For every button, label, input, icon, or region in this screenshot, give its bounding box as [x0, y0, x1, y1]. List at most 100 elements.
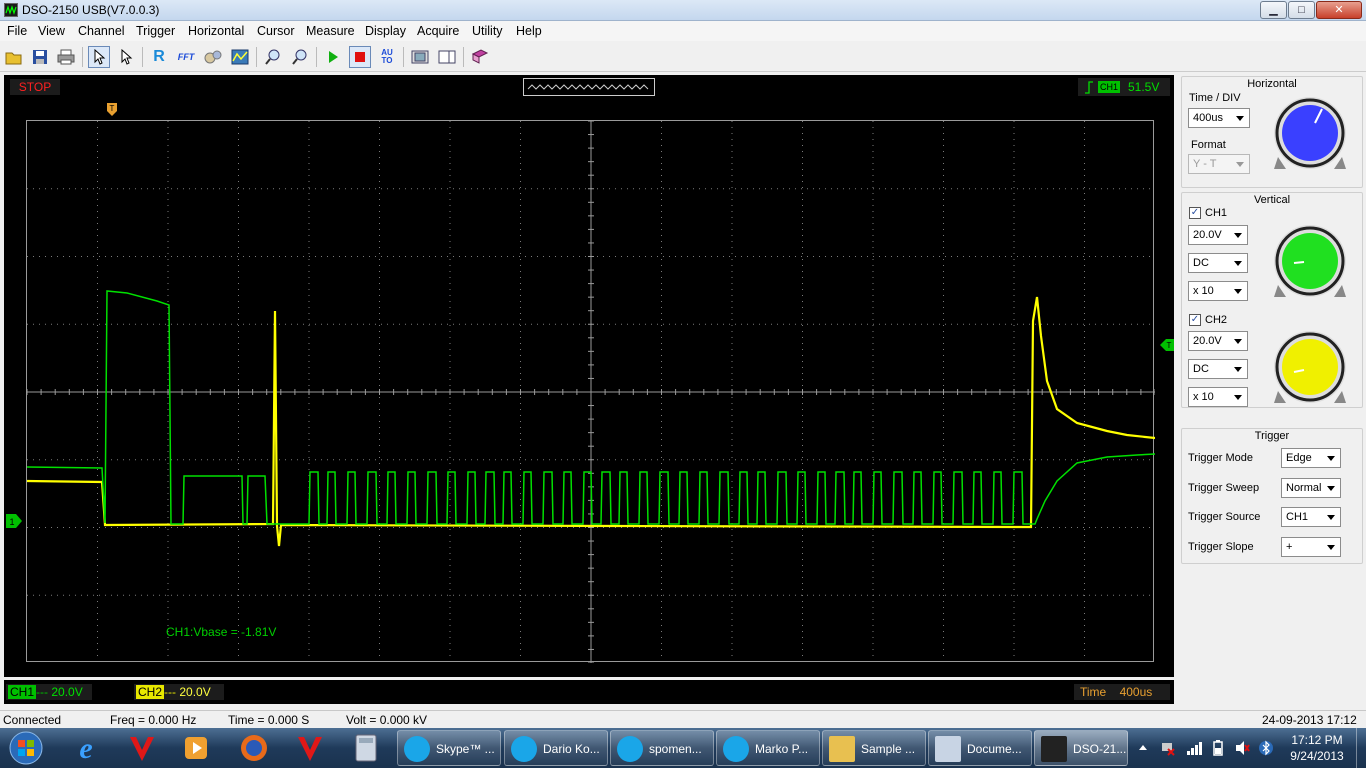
time-value: 400us	[1119, 685, 1153, 699]
zoom-in-icon[interactable]	[262, 46, 284, 68]
taskbar-marko[interactable]: Marko P...	[716, 730, 820, 766]
ch1-probe-select[interactable]: x 10	[1188, 281, 1248, 301]
menu-bar: File View Channel Trigger Horizontal Cur…	[0, 21, 1366, 41]
ch2-coupling-select[interactable]: DC	[1188, 359, 1248, 379]
panel-icon[interactable]	[436, 46, 458, 68]
pointer-icon[interactable]	[115, 46, 137, 68]
ch2-probe-select[interactable]: x 10	[1188, 387, 1248, 407]
svg-text:T: T	[1167, 341, 1172, 350]
vertical-title: Vertical	[1253, 194, 1291, 206]
select-pointer-icon[interactable]	[88, 46, 110, 68]
folder-icon	[829, 736, 855, 762]
menu-help[interactable]: Help	[516, 24, 542, 38]
title-bar: DSO-2150 USB(V7.0.0.3) ▁ □ ✕	[0, 0, 1366, 21]
volt-readout: Volt = 0.000 kV	[346, 713, 428, 727]
taskbar-sample[interactable]: Sample ...	[822, 730, 926, 766]
trigger-slope-select[interactable]: +	[1281, 537, 1341, 557]
document-icon	[935, 736, 961, 762]
ch1-checkbox[interactable]: ✓	[1189, 207, 1201, 219]
firefox-icon[interactable]	[230, 730, 278, 766]
battery-icon[interactable]	[1210, 740, 1226, 756]
trigger-position-window[interactable]	[523, 78, 655, 96]
menu-measure[interactable]: Measure	[306, 24, 355, 38]
format-select[interactable]: Y - T	[1188, 154, 1250, 174]
v-app-icon-2[interactable]	[286, 730, 334, 766]
scope-header: STOP CH1 51.5V	[4, 75, 1174, 99]
oscilloscope-icon	[1041, 736, 1067, 762]
media-player-icon[interactable]	[172, 730, 220, 766]
system-clock[interactable]: 17:12 PM 9/24/2013	[1282, 732, 1352, 764]
network-icon[interactable]	[1160, 740, 1176, 756]
show-desktop-button[interactable]	[1356, 728, 1366, 768]
close-button[interactable]: ✕	[1316, 1, 1362, 19]
ch2-scale: 20.0V	[179, 685, 211, 699]
control-panel: Horizontal Time / DIV 400us Format Y - T…	[1178, 74, 1366, 708]
ch1-ground-marker[interactable]: 1	[6, 514, 22, 528]
run-icon[interactable]	[322, 46, 344, 68]
open-icon[interactable]	[3, 46, 25, 68]
trigger-level-marker[interactable]: T	[1160, 339, 1174, 351]
trigger-level: 51.5V	[1128, 80, 1160, 94]
save-icon[interactable]	[29, 46, 51, 68]
ch1-scale: 20.0V	[51, 685, 83, 699]
app-logo-icon	[4, 3, 18, 17]
reference-icon[interactable]: R	[148, 46, 170, 68]
stop-icon[interactable]	[349, 46, 371, 68]
menu-view[interactable]: View	[38, 24, 65, 38]
menu-utility[interactable]: Utility	[472, 24, 503, 38]
menu-trigger[interactable]: Trigger	[136, 24, 175, 38]
trigger-sweep-select[interactable]: Normal	[1281, 478, 1341, 498]
menu-acquire[interactable]: Acquire	[417, 24, 459, 38]
taskbar-dario[interactable]: Dario Ko...	[504, 730, 608, 766]
v-app-icon[interactable]	[118, 730, 166, 766]
trigger-mode-select[interactable]: Edge	[1281, 448, 1341, 468]
chat-icon	[511, 736, 537, 762]
ie-icon[interactable]: e	[62, 730, 110, 766]
ch1-coupling-select[interactable]: DC	[1188, 253, 1248, 273]
scope-screen[interactable]: T 1 T CH1:Vbase = -1.81V	[4, 99, 1174, 677]
menu-cursor[interactable]: Cursor	[257, 24, 295, 38]
ch1-label: CH1	[8, 685, 37, 699]
ch2-label: CH2	[136, 685, 165, 699]
trigger-source-select[interactable]: CH1	[1281, 507, 1341, 527]
taskbar-spomen[interactable]: spomen...	[610, 730, 714, 766]
ch1-volts-select[interactable]: 20.0V	[1188, 225, 1248, 245]
maximize-button[interactable]: □	[1288, 1, 1315, 19]
calculator-icon[interactable]	[342, 730, 390, 766]
ch1-volts-knob[interactable]	[1270, 225, 1350, 301]
start-button[interactable]	[2, 730, 50, 766]
menu-horizontal[interactable]: Horizontal	[188, 24, 244, 38]
taskbar-document[interactable]: Docume...	[928, 730, 1032, 766]
print-icon[interactable]	[55, 46, 77, 68]
minimize-button[interactable]: ▁	[1260, 1, 1287, 19]
signal-icon[interactable]	[1186, 740, 1202, 756]
horizontal-knob[interactable]	[1270, 97, 1350, 173]
scope-footer: CH1 --- 20.0V CH2 --- 20.0V Time 400us	[4, 680, 1174, 704]
trigger-position-marker[interactable]: T	[107, 103, 117, 117]
auto-set-icon[interactable]: AU TO	[376, 46, 398, 68]
app-window: DSO-2150 USB(V7.0.0.3) ▁ □ ✕ File View C…	[0, 0, 1366, 728]
snapshot-icon[interactable]	[409, 46, 431, 68]
menu-file[interactable]: File	[7, 24, 27, 38]
bluetooth-icon[interactable]	[1258, 740, 1274, 756]
clock-date: 9/24/2013	[1290, 749, 1344, 763]
toolbar: R FFT AU TO	[0, 42, 1366, 72]
taskbar-dso[interactable]: DSO-21...	[1034, 730, 1128, 766]
ch2-checkbox[interactable]: ✓	[1189, 314, 1201, 326]
show-hidden-icons-icon[interactable]	[1138, 742, 1148, 752]
ch2-scale-readout: CH2 --- 20.0V	[134, 684, 224, 700]
ch2-volts-select[interactable]: 20.0V	[1188, 331, 1248, 351]
zoom-out-icon[interactable]	[289, 46, 311, 68]
math-icon[interactable]	[202, 46, 224, 68]
ch2-volts-knob[interactable]	[1270, 331, 1350, 407]
volume-muted-icon[interactable]	[1234, 740, 1250, 756]
timediv-select[interactable]: 400us	[1188, 108, 1250, 128]
spectrum-icon[interactable]	[229, 46, 251, 68]
horizontal-title: Horizontal	[1247, 78, 1297, 90]
menu-channel[interactable]: Channel	[78, 24, 125, 38]
fft-icon[interactable]: FFT	[175, 46, 197, 68]
taskbar-skype[interactable]: Skype™ ...	[397, 730, 501, 766]
rising-edge-icon	[1085, 81, 1093, 94]
book-icon[interactable]	[469, 46, 491, 68]
menu-display[interactable]: Display	[365, 24, 406, 38]
